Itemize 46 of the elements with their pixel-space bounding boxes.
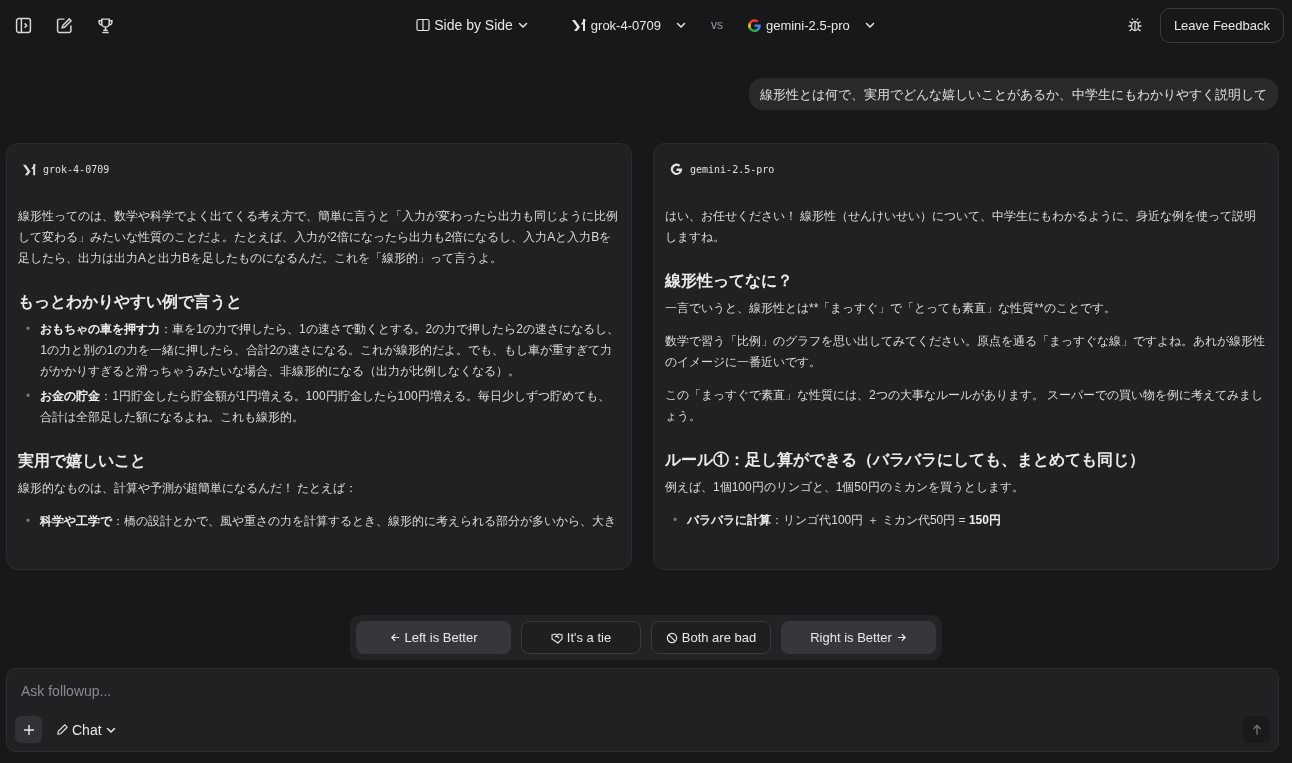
response-paragraph: 線形的なものは、計算や予測が超簡単になるんだ！ たとえば： — [18, 480, 359, 497]
g-logo-icon — [746, 17, 762, 33]
x-logo-icon — [570, 17, 587, 33]
bullet-item: バラバラに計算：リンゴ代100円 ＋ ミカン代50円 = 150円 — [687, 512, 1002, 529]
columns-icon — [416, 18, 431, 32]
prohibited-icon — [665, 631, 678, 644]
plus-icon — [22, 723, 35, 736]
arrow-left-icon — [389, 632, 401, 643]
model-dropdown[interactable]: gemini-2.5-pro — [740, 13, 882, 37]
vote-button[interactable]: Right is Better — [781, 621, 936, 654]
vote-button[interactable]: Left is Better — [356, 621, 511, 654]
response-paragraph: 例えば、1個100円のリンゴと、1個50円のミカンを買うとします。 — [665, 479, 1025, 496]
pencil-icon — [56, 723, 69, 736]
response-heading: 線形性ってなに？ — [665, 271, 794, 292]
arrow-right-icon — [895, 632, 907, 643]
bullet-marker: • — [26, 321, 31, 338]
send-button[interactable] — [1243, 716, 1270, 743]
add-button[interactable] — [15, 716, 42, 743]
response-heading: もっとわかりやすい例で言うと — [18, 292, 243, 313]
vote-button[interactable]: Both are bad — [651, 621, 771, 654]
response-paragraph: はい、お任せください！ 線形性（せんけいせい）について、中学生にもわかるように、身近な例を使って説明しますね。 — [665, 208, 1258, 246]
model-name: gemini-2.5-pro — [690, 163, 775, 175]
response-paragraph: 数学で習う「比例」のグラフを思い出してみてください。原点を通る「まっすぐな線」ですよね。あれが線形性のイメージに一番近いです。 — [665, 333, 1266, 371]
leave-feedback-button[interactable]: Leave Feedback — [1159, 7, 1284, 43]
bullet-marker: • — [26, 388, 31, 405]
model-name: grok-4-0709 — [43, 163, 110, 175]
x-logo-icon — [22, 161, 37, 177]
arrow-up-icon — [1250, 723, 1263, 736]
chat-mode-dropdown[interactable]: Chat — [56, 721, 117, 738]
bullet-item: おもちゃの車を押す力：車を1の力で押したら、1の速さで動くとする。2の力で押したら2の速さになるし、1の力と別の1の力を一緒に押したら、合計2の速さになる。これが線形的だよ。でも、もし車が重すぎて力がかかりすぎると滑っちゃうみたいな場合、非線形的になる（出力が比例しなくなる）。 — [40, 321, 620, 380]
response-paragraph: 線形性ってのは、数学や科学でよく出てくる考え方で、簡単に言うと「入力が変わったら出力も同じように比例して変わる」みたいな性質のことだよ。たとえば、入力が2倍になったら出力も2倍になるし、入力Aと入力Bを足したら、出力は出力Aと出力Bを足したものになるんだ。これを「線形的」って言うよ。 — [18, 208, 619, 267]
followup-input[interactable]: Ask followup... — [15, 683, 627, 699]
bullet-item: 科学や工学で：橋の設計とかで、風や重さの力を計算するとき、線形的に考えられる部分が多いから、大き — [40, 513, 618, 530]
response-paragraph: この「まっすぐで素直」な性質には、2つの大事なルールがあります。 スーパーでの買い物を例に考えてみましょう。 — [665, 387, 1264, 425]
mode-dropdown[interactable]: Side by Side — [410, 13, 535, 37]
user-message: 線形性とは何で、実用でどんな嬉しいことがあるか、中学生にもわかりやすく説明して — [749, 78, 1278, 110]
response-paragraph: 一言でいうと、線形性とは**「まっすぐ」で「とっても素直」な性質**のことです。 — [665, 300, 1117, 317]
bullet-marker: • — [673, 512, 678, 529]
response-heading: ルール①：足し算ができる（バラバラにしても、まとめても同じ） — [665, 450, 1146, 470]
g-logo-icon — [669, 161, 684, 177]
model-dropdown[interactable]: grok-4-0709 — [564, 13, 693, 37]
vote-button[interactable]: It's a tie — [521, 621, 641, 654]
vs-label: vs — [710, 18, 723, 32]
response-heading: 実用で嬉しいこと — [18, 451, 147, 471]
bullet-marker: • — [26, 513, 31, 530]
bullet-item: お金の貯金：1円貯金したら貯金額が1円増える。100円貯金したら100円増える。毎日少しずつ貯めても、合計は全部足した額になるよね。これも線形的。 — [40, 388, 611, 426]
